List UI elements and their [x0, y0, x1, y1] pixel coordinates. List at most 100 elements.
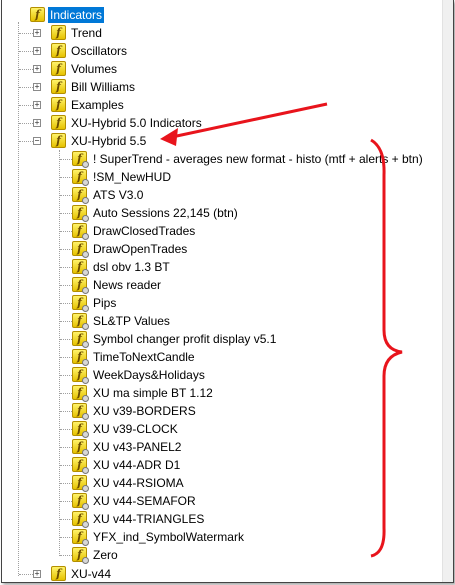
folder-label: XU-v44 [71, 567, 112, 581]
indicator-item[interactable]: f WeekDays&Holidays [2, 366, 442, 384]
indicator-item[interactable]: f XU v39-CLOCK [2, 420, 442, 438]
gear-icon [82, 197, 89, 204]
gear-icon [82, 467, 89, 474]
gear-icon [82, 431, 89, 438]
folder-label: Oscillators [71, 44, 128, 58]
expand-toggle-icon[interactable]: + [33, 47, 41, 55]
indicator-folder-icon: f [51, 79, 66, 94]
gear-icon [82, 413, 89, 420]
gear-icon [82, 485, 89, 492]
indicator-label: XU v43-PANEL2 [93, 440, 182, 454]
indicator-item[interactable]: f !SM_NewHUD [2, 168, 442, 186]
indicator-folder-icon: f [51, 61, 66, 76]
gear-icon [82, 323, 89, 330]
indicator-item[interactable]: f YFX_ind_SymbolWatermark [2, 528, 442, 546]
gear-icon [82, 233, 89, 240]
indicator-label: DrawOpenTrades [93, 242, 188, 256]
custom-indicator-icon: f [72, 547, 89, 564]
indicator-label: Pips [93, 296, 117, 310]
folder-label: Bill Williams [71, 80, 135, 94]
custom-indicator-icon: f [72, 529, 89, 546]
folder-label: XU-Hybrid 5.0 Indicators [71, 116, 202, 130]
custom-indicator-icon: f [72, 187, 89, 204]
indicator-label: XU v39-CLOCK [93, 422, 178, 436]
indicator-item[interactable]: f XU v44-SEMAFOR [2, 492, 442, 510]
indicator-label: Zero [93, 548, 118, 562]
tree-folder[interactable]: + f Trend [2, 24, 442, 42]
folder-label: Trend [71, 26, 102, 40]
expand-toggle-icon[interactable]: + [33, 29, 41, 37]
indicator-item[interactable]: f XU v44-ADR D1 [2, 456, 442, 474]
indicator-item[interactable]: f XU ma simple BT 1.12 [2, 384, 442, 402]
vertical-scrollbar[interactable] [442, 0, 453, 582]
indicator-item[interactable]: f XU v44-TRIANGLES [2, 510, 442, 528]
gear-icon [82, 179, 89, 186]
gear-icon [82, 269, 89, 276]
custom-indicator-icon: f [72, 457, 89, 474]
tree-folder[interactable]: + f Volumes [2, 60, 442, 78]
expand-toggle-icon[interactable]: + [33, 119, 41, 127]
tree-folder[interactable]: + f Bill Williams [2, 78, 442, 96]
navigator-panel: f Indicators + f Trend + f Oscillators + f Volum… [1, 0, 454, 583]
indicator-item[interactable]: f SL&TP Values [2, 312, 442, 330]
indicator-label: DrawClosedTrades [93, 224, 196, 238]
indicator-item[interactable]: f ! SuperTrend - averages new format - hi… [2, 150, 442, 168]
gear-icon [82, 359, 89, 366]
indicator-item[interactable]: f TimeToNextCandle [2, 348, 442, 366]
expand-toggle-icon[interactable]: + [33, 101, 41, 109]
indicator-item[interactable]: f XU v44-RSIOMA [2, 474, 442, 492]
gear-icon [82, 503, 89, 510]
indicator-item[interactable]: f XU v43-PANEL2 [2, 438, 442, 456]
custom-indicator-icon: f [72, 295, 89, 312]
indicator-item[interactable]: f ATS V3.0 [2, 186, 442, 204]
expand-plus-icon[interactable]: + [33, 570, 41, 578]
custom-indicator-icon: f [72, 277, 89, 294]
custom-indicator-icon: f [72, 367, 89, 384]
gear-icon [82, 539, 89, 546]
indicator-label: Auto Sessions 22,145 (btn) [93, 206, 238, 220]
tree-folder[interactable]: + f Examples [2, 96, 442, 114]
indicator-item[interactable]: f Pips [2, 294, 442, 312]
tree-folder[interactable]: − f XU-Hybrid 5.5 [2, 132, 442, 150]
indicator-item[interactable]: f Auto Sessions 22,145 (btn) [2, 204, 442, 222]
expand-toggle-icon[interactable]: + [33, 83, 41, 91]
indicator-folder-icon: f [51, 566, 66, 581]
gear-icon [82, 557, 89, 564]
indicator-label: Symbol changer profit display v5.1 [93, 332, 277, 346]
indicator-label: XU v44-ADR D1 [93, 458, 181, 472]
indicator-item[interactable]: f XU v39-BORDERS [2, 402, 442, 420]
expand-toggle-icon[interactable]: + [33, 65, 41, 73]
indicator-label: XU ma simple BT 1.12 [93, 386, 213, 400]
custom-indicator-icon: f [72, 151, 89, 168]
gear-icon [82, 161, 89, 168]
custom-indicator-icon: f [72, 349, 89, 366]
indicator-item[interactable]: f News reader [2, 276, 442, 294]
expand-toggle-icon[interactable]: − [33, 137, 41, 145]
gear-icon [82, 521, 89, 528]
gear-icon [82, 287, 89, 294]
tree-folder[interactable]: + f XU-Hybrid 5.0 Indicators [2, 114, 442, 132]
indicator-label: XU v44-TRIANGLES [93, 512, 205, 526]
indicator-label: YFX_ind_SymbolWatermark [93, 530, 244, 544]
tree-root-indicators[interactable]: f Indicators [2, 6, 442, 24]
custom-indicator-icon: f [72, 313, 89, 330]
indicator-item[interactable]: f Zero [2, 546, 442, 564]
indicator-item[interactable]: f DrawClosedTrades [2, 222, 442, 240]
indicator-label: XU v39-BORDERS [93, 404, 196, 418]
custom-indicator-icon: f [72, 223, 89, 240]
custom-indicator-icon: f [72, 259, 89, 276]
indicator-folder-icon: f [51, 25, 66, 40]
gear-icon [82, 395, 89, 402]
tree-folder[interactable]: + f Oscillators [2, 42, 442, 60]
folder-xu-v44[interactable]: + f XU-v44 [2, 565, 442, 582]
tree-root-label: Indicators [48, 7, 105, 23]
indicator-label: TimeToNextCandle [93, 350, 195, 364]
indicator-item[interactable]: f Symbol changer profit display v5.1 [2, 330, 442, 348]
custom-indicator-icon: f [72, 205, 89, 222]
custom-indicator-icon: f [72, 439, 89, 456]
indicator-label: ATS V3.0 [93, 188, 144, 202]
indicator-folder-icon: f [51, 133, 66, 148]
indicator-item[interactable]: f dsl obv 1.3 BT [2, 258, 442, 276]
indicator-folder-icon: f [30, 7, 45, 22]
indicator-item[interactable]: f DrawOpenTrades [2, 240, 442, 258]
